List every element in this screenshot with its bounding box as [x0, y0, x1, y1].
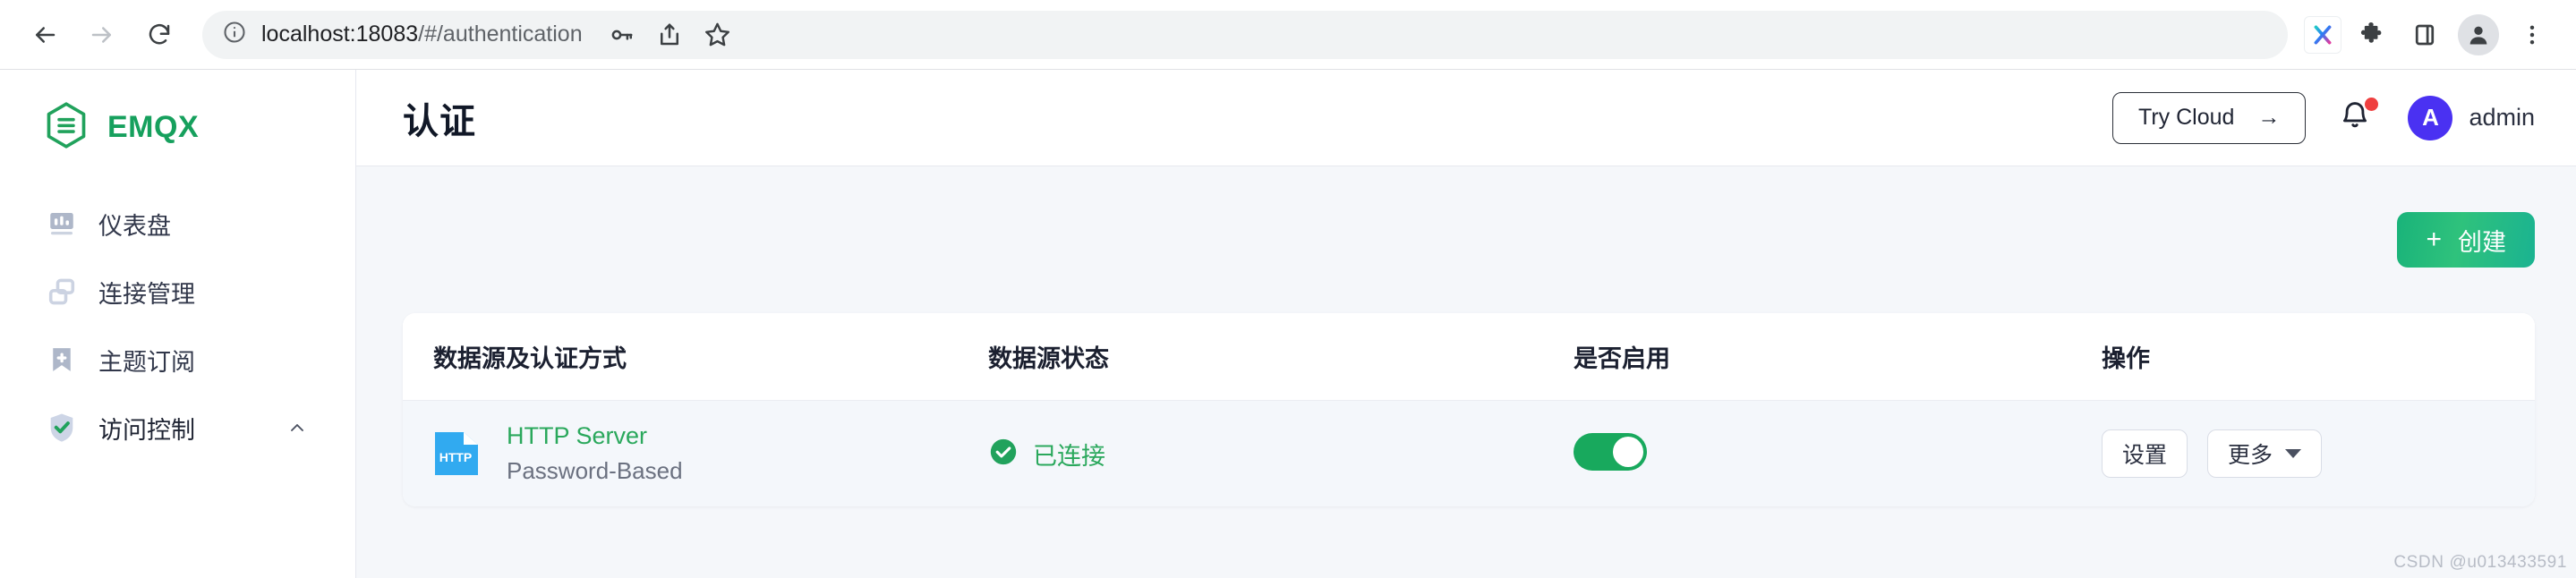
topic-bookmark-plus-icon	[45, 343, 79, 377]
app-shell: EMQX 仪表盘 连接管理 主题订阅 访问控制 认证 Try Cloud → A…	[0, 70, 2576, 578]
settings-button[interactable]: 设置	[2102, 429, 2188, 478]
bell-icon	[2338, 101, 2372, 138]
chevron-down-icon	[2285, 449, 2302, 458]
user-menu[interactable]: A admin	[2408, 95, 2535, 140]
create-button[interactable]: + 创建	[2397, 212, 2535, 268]
browser-toolbar: localhost:18083/#/authentication	[0, 0, 2576, 70]
emqx-hexagon-logo-icon	[45, 101, 88, 153]
kebab-menu-icon[interactable]	[2508, 11, 2556, 59]
data-source-mechanism: Password-Based	[507, 457, 683, 484]
brand-name: EMQX	[107, 109, 200, 144]
chrome-right-actions	[2304, 11, 2556, 59]
info-circle-icon[interactable]	[222, 20, 247, 49]
create-button-label: 创建	[2458, 228, 2506, 256]
back-button[interactable]	[20, 10, 70, 60]
sidebar-item-label: 主题订阅	[98, 348, 195, 376]
sidebar-item-dashboard[interactable]: 仪表盘	[0, 190, 355, 258]
try-cloud-label: Try Cloud	[2138, 105, 2235, 130]
watermark: CSDN @u013433591	[2393, 553, 2567, 572]
notifications-button[interactable]	[2338, 97, 2379, 138]
sidebar-item-subscriptions[interactable]: 主题订阅	[0, 326, 355, 394]
more-button-label: 更多	[2228, 443, 2273, 468]
reload-button[interactable]	[134, 10, 184, 60]
table-row[interactable]: HTTP HTTP Server Password-Based 已连接 设置 更…	[403, 401, 2535, 506]
sidebar-item-label: 连接管理	[98, 280, 195, 308]
data-source-cell: HTTP HTTP Server Password-Based	[433, 422, 981, 485]
sidebar: EMQX 仪表盘 连接管理 主题订阅 访问控制	[0, 70, 356, 578]
try-cloud-button[interactable]: Try Cloud →	[2112, 91, 2307, 144]
url-path: /#/authentication	[418, 21, 583, 47]
authentication-table: 数据源及认证方式 数据源状态 是否启用 操作 HTTP HTTP Server …	[403, 313, 2535, 506]
password-key-icon[interactable]	[597, 11, 645, 59]
bookmark-star-icon[interactable]	[694, 11, 742, 59]
sidebar-nav: 仪表盘 连接管理 主题订阅 访问控制	[0, 190, 355, 462]
main-area: 认证 Try Cloud → A admin + 创建 数据源及认证方式 数据源…	[356, 70, 2576, 578]
connections-icon	[45, 275, 79, 309]
cell-actions: 设置 更多	[2098, 429, 2535, 478]
sidebar-item-access-control[interactable]: 访问控制	[0, 394, 355, 462]
status-text: 已连接	[1033, 442, 1105, 470]
extensions-puzzle-icon[interactable]	[2347, 11, 2395, 59]
page-title: 认证	[403, 101, 476, 141]
back-arrow-icon	[31, 21, 58, 48]
column-header-source: 数据源及认证方式	[433, 345, 627, 372]
toggle-knob	[1613, 436, 1643, 467]
header-actions: Try Cloud → A admin	[2112, 91, 2535, 144]
row-actions: 设置 更多	[2102, 429, 2531, 478]
check-circle-icon	[988, 437, 1019, 472]
column-header-enabled: 是否启用	[1574, 345, 1670, 372]
status-badge: 已连接	[988, 437, 1566, 472]
user-name: admin	[2469, 104, 2535, 131]
reload-icon	[146, 21, 173, 48]
forward-arrow-icon	[89, 21, 115, 48]
forward-button[interactable]	[77, 10, 127, 60]
url-host: localhost:18083	[261, 21, 419, 47]
side-panel-icon[interactable]	[2401, 11, 2449, 59]
url-text: localhost:18083/#/authentication	[261, 21, 583, 47]
address-bar[interactable]: localhost:18083/#/authentication	[202, 10, 2288, 59]
cell-source: HTTP HTTP Server Password-Based	[403, 422, 985, 485]
dashboard-chart-icon	[45, 207, 79, 241]
avatar: A	[2408, 95, 2453, 140]
table-header-row: 数据源及认证方式 数据源状态 是否启用 操作	[403, 313, 2535, 401]
extension-x-icon[interactable]	[2304, 15, 2341, 54]
sidebar-item-label: 仪表盘	[98, 212, 171, 240]
more-button[interactable]: 更多	[2207, 429, 2323, 478]
svg-text:HTTP: HTTP	[439, 450, 473, 464]
page-header: 认证 Try Cloud → A admin	[356, 70, 2576, 166]
data-source-name-link[interactable]: HTTP Server	[507, 422, 683, 450]
cell-enabled	[1570, 432, 2098, 475]
http-file-icon: HTTP	[433, 429, 480, 479]
brand-logo[interactable]: EMQX	[0, 95, 355, 159]
plus-icon: +	[2426, 225, 2442, 254]
sidebar-item-connections[interactable]: 连接管理	[0, 258, 355, 326]
cell-status: 已连接	[985, 437, 1570, 472]
page-content: + 创建 数据源及认证方式 数据源状态 是否启用 操作 HTTP HTTP Se…	[356, 166, 2576, 578]
enable-toggle[interactable]	[1574, 432, 1647, 471]
omnibox-actions	[597, 11, 742, 59]
sidebar-item-label: 访问控制	[98, 416, 195, 444]
content-toolbar: + 创建	[403, 166, 2535, 313]
chevron-up-icon[interactable]	[286, 416, 309, 439]
notification-badge-dot	[2365, 97, 2379, 111]
data-source-text: HTTP Server Password-Based	[507, 422, 683, 485]
profile-avatar-circle	[2458, 13, 2499, 55]
column-header-actions: 操作	[2102, 345, 2150, 372]
arrow-right-icon: →	[2257, 105, 2281, 130]
share-icon[interactable]	[645, 11, 694, 59]
shield-check-icon	[45, 411, 79, 445]
profile-avatar-icon[interactable]	[2454, 11, 2503, 59]
column-header-status: 数据源状态	[988, 345, 1109, 372]
